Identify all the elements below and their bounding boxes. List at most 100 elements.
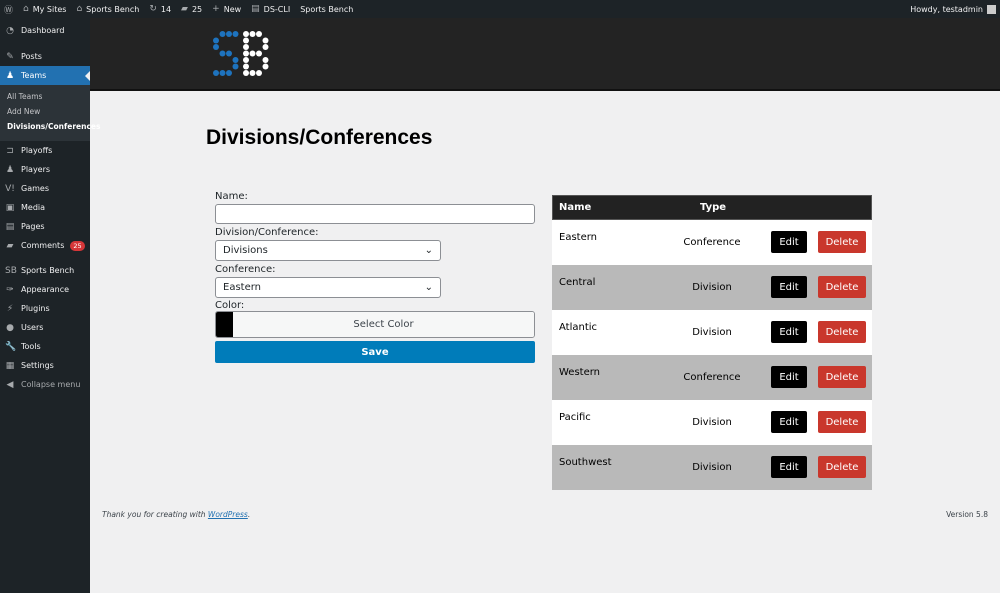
plugin-banner [90,18,1000,91]
edit-button[interactable]: Edit [771,366,807,388]
conference-select[interactable]: Eastern ⌄ [215,277,441,298]
logo-dot [262,57,269,63]
delete-button[interactable]: Delete [818,366,866,388]
plugin-icon: ⚡ [6,303,14,314]
logo-dot [232,31,239,37]
my-sites-link[interactable]: ⌂ My Sites [23,4,66,14]
logo-dot [262,44,269,50]
logo-dot [226,70,232,76]
plus-icon: + [212,4,220,14]
submenu-item[interactable]: Add New [0,104,90,119]
sidebar-item-users[interactable]: ● Users [0,318,90,337]
logo-dot [213,70,219,76]
sidebar-item-appearance[interactable]: ✑ Appearance [0,280,90,299]
sidebar-item-players[interactable]: ♟ Players [0,160,90,179]
sidebar-item-pages[interactable]: ▤ Pages [0,217,90,236]
pin-icon: ✎ [6,51,14,62]
pages-icon: ▤ [5,221,15,232]
logo-dot [232,57,239,63]
edit-button[interactable]: Edit [771,276,807,298]
site2-link[interactable]: Sports Bench [300,5,353,14]
sidebar-item-sports-bench[interactable]: SB Sports Bench [0,261,90,280]
account-menu[interactable]: Howdy, testadmin [910,4,996,14]
row-name: Eastern [559,232,598,243]
logo-dot [243,50,249,57]
save-button[interactable]: Save [215,341,535,363]
name-input[interactable] [215,204,535,224]
delete-button[interactable]: Delete [818,456,866,478]
sidebar-item-games[interactable]: V! Games [0,179,90,198]
header-name: Name [559,202,592,213]
submenu-item[interactable]: Divisions/Conferences [0,119,100,135]
color-swatch[interactable] [216,312,233,337]
media-icon: ▣ [5,202,15,213]
logo-dot [243,70,249,76]
sidebar-item-plugins[interactable]: ⚡ Plugins [0,299,90,318]
name-label: Name: [215,191,248,202]
groups-icon: ♟ [5,70,15,81]
delete-button[interactable]: Delete [818,411,866,433]
edit-button[interactable]: Edit [771,411,807,433]
dscli-link[interactable]: ▤ DS-CLI [251,4,290,14]
chevron-down-icon: ⌄ [424,282,433,293]
delete-button[interactable]: Delete [818,276,866,298]
collapse-icon: ◀ [6,379,14,390]
delete-button[interactable]: Delete [818,231,866,253]
sidebar-item-settings[interactable]: ▦ Settings [0,356,90,375]
page-title: Divisions/Conferences [206,126,433,149]
comments-link[interactable]: ▰ 25 [181,4,202,14]
refresh-icon: ↻ [149,4,157,14]
sidebar-item-dashboard[interactable]: ◔ Dashboard [0,21,90,40]
type-select[interactable]: Divisions ⌄ [215,240,441,261]
logo-dot [219,31,226,37]
row-name: Southwest [559,457,612,468]
version-text: Version 5.8 [946,510,988,519]
sidebar-item-tools[interactable]: 🔧 Tools [0,337,90,356]
collapse-menu[interactable]: ◀ Collapse menu [0,375,90,394]
edit-button[interactable]: Edit [771,456,807,478]
logo-dot [243,63,249,70]
comment-icon: ▰ [181,4,188,14]
color-picker[interactable]: Select Color [215,311,535,338]
terminal-icon: ▤ [251,4,260,14]
wordpress-link[interactable]: WordPress [208,510,248,519]
sidebar-item-playoffs[interactable]: ⊐ Playoffs [0,141,90,160]
row-type: Division [692,462,732,473]
settings-icon: ▦ [5,360,15,371]
admin-sidebar: ◔ Dashboard ✎ Posts ♟ Teams All Teams Add New Di… [0,18,100,593]
sports-bench-logo [213,31,269,76]
logo-dot [243,37,249,44]
logo-dot [262,63,269,70]
home-icon: ⌂ [76,4,83,14]
site-link[interactable]: ⌂ Sports Bench [76,4,139,14]
logo-dot [226,31,232,37]
edit-button[interactable]: Edit [771,231,807,253]
sidebar-item-comments[interactable]: ▰ Comments 25 [0,236,90,255]
wordpress-logo-icon[interactable]: Ⓦ [4,3,13,16]
teams-submenu: All Teams Add New Divisions/Conferences [0,85,100,141]
row-name: Pacific [559,412,591,423]
row-type: Conference [683,372,741,383]
edit-button[interactable]: Edit [771,321,807,343]
versus-icon: V! [5,183,15,194]
new-link[interactable]: + New [212,4,241,14]
row-type: Division [692,282,732,293]
submenu-item[interactable]: All Teams [0,89,90,104]
sidebar-item-media[interactable]: ▣ Media [0,198,90,217]
logo-dot [243,31,249,37]
table-row: Central Division Edit Delete [552,265,872,310]
sidebar-item-teams[interactable]: ♟ Teams [0,66,90,85]
color-label: Color: [215,300,245,311]
table-row: Atlantic Division Edit Delete [552,310,872,355]
select-color-button[interactable]: Select Color [233,312,534,337]
row-type: Division [692,327,732,338]
logo-dot [262,37,269,44]
updates-link[interactable]: ↻ 14 [149,4,171,14]
logo-dot [256,70,262,76]
row-name: Western [559,367,601,378]
bracket-icon: ⊐ [6,145,14,156]
row-name: Central [559,277,596,288]
logo-dot [243,44,249,50]
delete-button[interactable]: Delete [818,321,866,343]
sidebar-item-posts[interactable]: ✎ Posts [0,47,90,66]
